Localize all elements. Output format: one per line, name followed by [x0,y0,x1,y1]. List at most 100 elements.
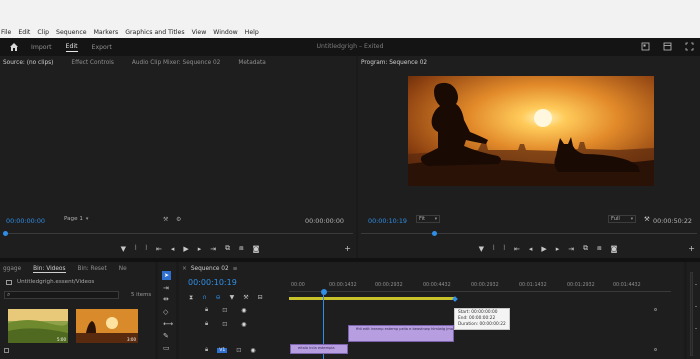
menu-file[interactable]: File [1,29,11,37]
magnet-icon[interactable]: ∩ [202,294,206,302]
source-patch-v1[interactable]: V1 [217,347,228,353]
go-to-in-icon[interactable]: ⇤ [514,245,520,253]
razor-tool-icon[interactable]: ◇ [163,308,168,316]
overwrite-icon[interactable]: ⧈ [239,244,243,253]
source-scrubber[interactable] [3,228,353,234]
tab-project[interactable]: ggage [3,266,21,272]
list-view-icon[interactable] [4,348,9,353]
mark-out-icon[interactable]: ⦚ [503,244,504,253]
snap-icon[interactable]: ⧗ [189,294,193,302]
tab-effect-controls[interactable]: Effect Controls [71,60,114,66]
tab-ne[interactable]: Ne [119,266,127,272]
meter-tick [695,284,697,285]
tab-audio-mixer[interactable]: Audio Clip Mixer: Sequence 02 [132,60,220,66]
wrench-icon[interactable]: ⚒ [644,215,650,223]
captions-icon[interactable]: ⊟ [258,294,263,302]
source-timecode-left[interactable]: 00:00:00:00 [6,217,45,225]
pen-tool-icon[interactable]: ✎ [163,332,169,340]
lock-icon[interactable]: 🔒︎ [205,306,208,314]
clip-thumbnail-2[interactable]: 3:00 [76,309,138,343]
mark-in-icon[interactable]: ⦚ [135,244,136,253]
go-to-out-icon[interactable]: ⇥ [210,245,216,253]
tab-sequence[interactable]: Sequence 02 [191,266,229,272]
timeline-clip-v1[interactable]: eitalo ircla estempia [290,344,348,354]
slip-tool-icon[interactable]: ⟷ [163,320,173,328]
menu-window[interactable]: Window [213,29,237,37]
tab-source[interactable]: Source: (no clips) [3,60,53,66]
sync-lock-icon[interactable]: ⊡ [222,321,227,328]
marker-icon[interactable]: ▼ [121,245,126,253]
menu-graphics[interactable]: Graphics and Titles [125,29,184,37]
menu-markers[interactable]: Markers [94,29,119,37]
eye-icon[interactable]: ◉ [241,321,246,328]
menu-icon[interactable]: ≡ [233,266,238,272]
step-forward-icon[interactable]: ▸ [198,245,202,253]
time-ruler[interactable]: 00:00 00:00:1432 00:00:2932 00:00:4432 0… [289,278,671,292]
wrench-icon[interactable]: ⚒ [243,294,248,302]
linked-icon[interactable]: ⊖ [216,294,221,302]
quick-export-icon[interactable] [641,42,650,51]
eye-icon[interactable]: ◉ [241,307,246,314]
hand-tool-icon[interactable]: ▭ [163,344,170,352]
tab-import[interactable]: Import [31,44,52,51]
extract-icon[interactable]: ⧈ [597,244,601,253]
home-icon[interactable] [9,42,19,52]
resolution-dropdown[interactable]: Full ▾ [608,215,636,223]
add-button-icon[interactable]: + [344,244,351,253]
go-to-in-icon[interactable]: ⇤ [156,245,162,253]
tab-bin-reset[interactable]: Bin: Reset [78,266,107,272]
tab-edit[interactable]: Edit [65,43,78,52]
source-playhead[interactable] [3,231,8,236]
sync-lock-icon[interactable]: ⊡ [236,347,241,354]
insert-icon[interactable]: ⧉ [225,244,230,253]
lift-icon[interactable]: ⧉ [583,244,588,253]
playhead-marker[interactable] [321,289,327,295]
work-area-bar[interactable] [289,297,455,300]
menu-help[interactable]: Help [245,29,259,37]
add-button-icon[interactable]: + [688,244,695,253]
timeline-timecode[interactable]: 00:00:10:19 [188,278,237,287]
tab-metadata[interactable]: Metadata [238,60,265,66]
menu-view[interactable]: View [192,29,207,37]
step-back-icon[interactable]: ◂ [529,245,533,253]
track-scroll-handle[interactable] [654,308,657,311]
fullscreen-icon[interactable] [685,42,694,51]
tab-bin-videos[interactable]: Bin: Videos [33,266,66,273]
timeline-clip-v2[interactable]: ffdi edit ireamp estemp peiia e beastnwp… [348,325,454,342]
program-scrubber[interactable] [361,228,697,234]
track-scroll-handle[interactable] [654,348,657,351]
marker-add-icon[interactable]: ▼ [230,294,235,302]
go-to-out-icon[interactable]: ⇥ [568,245,574,253]
page-dropdown[interactable]: Page 1 ▾ [64,216,88,222]
tab-program[interactable]: Program: Sequence 02 [361,60,427,66]
close-icon[interactable]: × [182,266,187,272]
camera-icon[interactable]: ◙ [611,245,618,253]
fit-dropdown[interactable]: Fit ▾ [416,215,440,223]
eye-icon[interactable]: ◉ [250,347,255,354]
track-select-icon[interactable]: ⇥ [163,284,169,292]
tab-export[interactable]: Export [92,44,112,51]
marker-icon[interactable]: ▼ [479,245,484,253]
mark-out-icon[interactable]: ⦚ [145,244,146,253]
lock-icon[interactable]: 🔒︎ [205,346,208,354]
step-forward-icon[interactable]: ▸ [556,245,560,253]
play-icon[interactable]: ▶ [541,245,546,253]
wrench-icon[interactable]: ⚒ [163,216,168,223]
lock-icon[interactable]: 🔒︎ [205,320,208,328]
bin-search-field[interactable]: ⌕ [4,291,119,299]
program-timecode-left[interactable]: 00:00:10:19 [368,217,407,225]
sync-lock-icon[interactable]: ⊡ [222,307,227,314]
menu-clip[interactable]: Clip [37,29,49,37]
mark-in-icon[interactable]: ⦚ [493,244,494,253]
menu-edit[interactable]: Edit [18,29,30,37]
ripple-edit-icon[interactable]: ⇹ [163,295,169,303]
camera-icon[interactable]: ◙ [253,245,260,253]
workspaces-icon[interactable] [663,42,672,51]
play-icon[interactable]: ▶ [183,245,188,253]
program-playhead[interactable] [432,231,437,236]
menu-sequence[interactable]: Sequence [56,29,87,37]
clip-thumbnail-1[interactable]: 5:00 [8,309,68,343]
selection-tool-icon[interactable]: ➤ [162,271,171,280]
settings-icon[interactable]: ⚙ [176,216,181,223]
step-back-icon[interactable]: ◂ [171,245,175,253]
